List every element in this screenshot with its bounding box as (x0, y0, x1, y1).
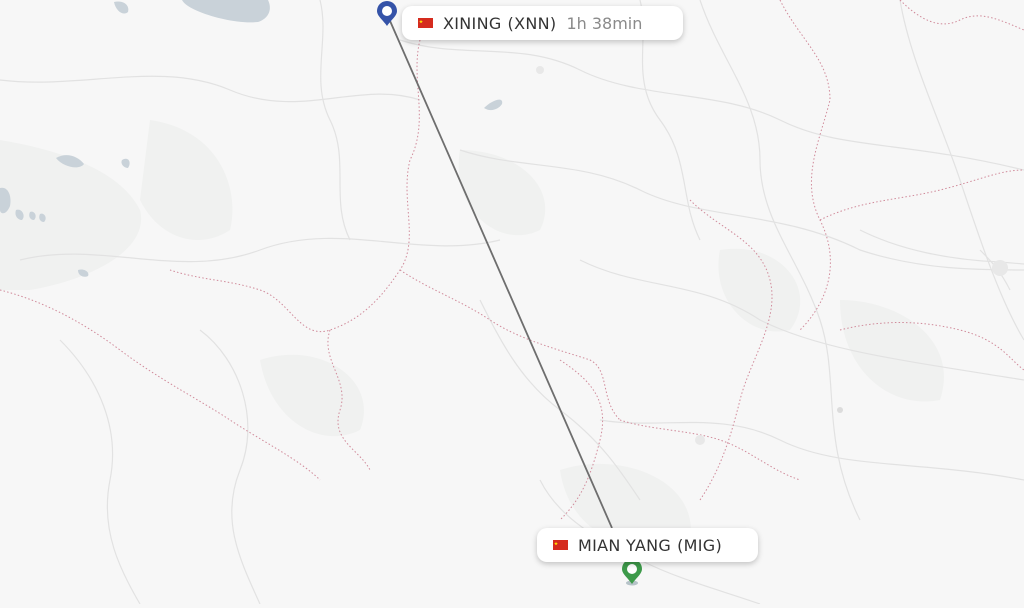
origin-pin-icon[interactable] (377, 1, 397, 26)
destination-airport-label[interactable]: MIAN YANG (MIG) (537, 528, 758, 562)
map-canvas (0, 0, 1024, 605)
flight-route-line (386, 13, 613, 529)
route-map[interactable] (0, 0, 1024, 605)
origin-airport-code: (XNN) (507, 13, 557, 33)
flight-duration: 1h 38min (566, 13, 643, 33)
roads-and-rivers (0, 0, 1024, 605)
china-flag-icon (418, 18, 433, 28)
destination-pin-icon[interactable] (622, 559, 642, 586)
origin-airport-label[interactable]: XINING (XNN) 1h 38min (402, 6, 683, 40)
terrain-shading (0, 120, 944, 548)
origin-city-name: XINING (443, 13, 502, 33)
destination-airport-code: (MIG) (677, 535, 722, 555)
china-flag-icon (553, 540, 568, 550)
destination-city-name: MIAN YANG (578, 535, 672, 555)
